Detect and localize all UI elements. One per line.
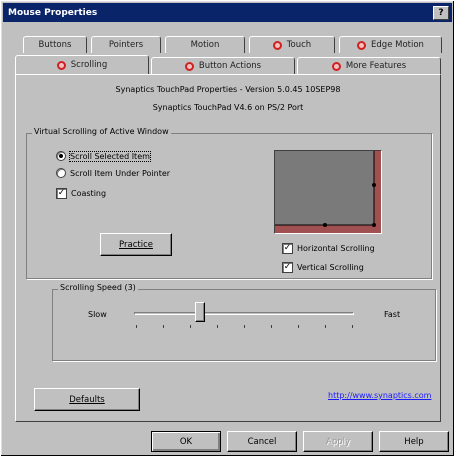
tab-label: More Features bbox=[345, 61, 407, 71]
checkmark-icon: ✓ bbox=[282, 262, 293, 273]
zone-marker bbox=[323, 223, 327, 227]
scroll-item-under-pointer-radio[interactable]: Scroll Item Under Pointer bbox=[56, 168, 170, 178]
checkmark-icon: ✓ bbox=[282, 243, 293, 254]
checkmark-icon: ✓ bbox=[56, 188, 67, 199]
scroll-zone-diagram bbox=[275, 151, 381, 233]
coasting-checkbox[interactable]: ✓ Coasting bbox=[56, 188, 106, 199]
scroll-selected-item-radio[interactable]: Scroll Selected Item bbox=[56, 150, 151, 162]
touchpad-preview bbox=[274, 150, 382, 234]
tab-label: Button Actions bbox=[198, 61, 262, 71]
device-text: Synaptics TouchPad V4.6 on PS/2 Port bbox=[152, 103, 304, 112]
help-icon[interactable]: ? bbox=[433, 5, 449, 20]
tab-label: Scrolling bbox=[70, 60, 108, 70]
slider-tick bbox=[190, 325, 191, 328]
zone-marker bbox=[372, 183, 376, 187]
synaptics-link[interactable]: http://www.synaptics.com bbox=[328, 391, 431, 400]
version-text: Synaptics TouchPad Properties - Version … bbox=[115, 85, 341, 94]
tab-button-actions[interactable]: Button Actions bbox=[151, 57, 295, 74]
touchpad-icon bbox=[184, 61, 194, 71]
practice-button[interactable]: Practice bbox=[100, 233, 172, 256]
mouse-properties-window: Mouse Properties ? Buttons Pointers Moti… bbox=[0, 0, 455, 457]
tab-buttons[interactable]: Buttons bbox=[23, 36, 87, 53]
slider-tick bbox=[163, 325, 164, 328]
group-label: Scrolling Speed (3) bbox=[58, 283, 138, 292]
window-title: Mouse Properties bbox=[8, 7, 98, 18]
scrolling-speed-slider-thumb[interactable] bbox=[195, 302, 205, 322]
vertical-scroll-zone bbox=[374, 151, 381, 233]
option-label: Scroll Item Under Pointer bbox=[70, 168, 171, 178]
slider-tick bbox=[352, 325, 353, 328]
tab-edge-motion[interactable]: Edge Motion bbox=[339, 36, 442, 53]
touchpad-icon bbox=[272, 40, 282, 50]
tab-motion[interactable]: Motion bbox=[165, 36, 245, 53]
slider-tick bbox=[271, 325, 272, 328]
slider-tick bbox=[244, 325, 245, 328]
slider-tick bbox=[325, 325, 326, 328]
cancel-button[interactable]: Cancel bbox=[227, 431, 297, 452]
tab-label: Motion bbox=[190, 40, 220, 50]
tab-label: Edge Motion bbox=[371, 40, 424, 50]
button-label: Help bbox=[404, 436, 424, 447]
button-label: Practice bbox=[119, 239, 153, 250]
touchpad-icon bbox=[331, 61, 341, 71]
vertical-scrolling-checkbox[interactable]: ✓ Vertical Scrolling bbox=[282, 262, 364, 273]
button-label: Cancel bbox=[247, 436, 277, 447]
tab-scrolling[interactable]: Scrolling bbox=[15, 55, 149, 74]
tab-label: Buttons bbox=[38, 40, 72, 50]
option-label: Vertical Scrolling bbox=[297, 263, 364, 272]
fast-label: Fast bbox=[384, 310, 401, 319]
option-label: Horizontal Scrolling bbox=[297, 244, 375, 253]
group-label: Virtual Scrolling of Active Window bbox=[32, 127, 171, 136]
button-label: OK bbox=[179, 436, 193, 447]
slider-tick bbox=[298, 325, 299, 328]
radio-indicator bbox=[56, 168, 66, 178]
tab-label: Pointers bbox=[108, 40, 144, 50]
slider-tick bbox=[217, 325, 218, 328]
tab-label: Touch bbox=[286, 40, 312, 50]
slider-tick bbox=[136, 325, 137, 328]
option-label: Coasting bbox=[71, 189, 107, 198]
horizontal-scrolling-checkbox[interactable]: ✓ Horizontal Scrolling bbox=[282, 243, 375, 254]
tab-more-features[interactable]: More Features bbox=[297, 57, 441, 74]
radio-indicator bbox=[56, 151, 66, 161]
help-button[interactable]: Help bbox=[379, 431, 449, 452]
touchpad-icon bbox=[357, 40, 367, 50]
scrolling-speed-slider-track[interactable] bbox=[134, 312, 354, 315]
apply-button[interactable]: Apply bbox=[303, 431, 373, 452]
button-label: Apply bbox=[326, 436, 350, 447]
touchpad-icon bbox=[56, 60, 66, 70]
horizontal-scroll-zone bbox=[275, 225, 381, 233]
ok-button[interactable]: OK bbox=[151, 431, 221, 452]
tab-pointers[interactable]: Pointers bbox=[91, 36, 161, 53]
tab-touch[interactable]: Touch bbox=[249, 36, 335, 53]
defaults-button[interactable]: Defaults bbox=[34, 388, 140, 411]
title-bar[interactable]: Mouse Properties ? bbox=[3, 3, 452, 22]
button-label: Defaults bbox=[69, 394, 105, 405]
zone-marker bbox=[372, 223, 376, 227]
slow-label: Slow bbox=[88, 310, 107, 319]
scrolling-tab-panel: Synaptics TouchPad Properties - Version … bbox=[15, 74, 441, 422]
option-label: Scroll Selected Item bbox=[69, 150, 151, 162]
